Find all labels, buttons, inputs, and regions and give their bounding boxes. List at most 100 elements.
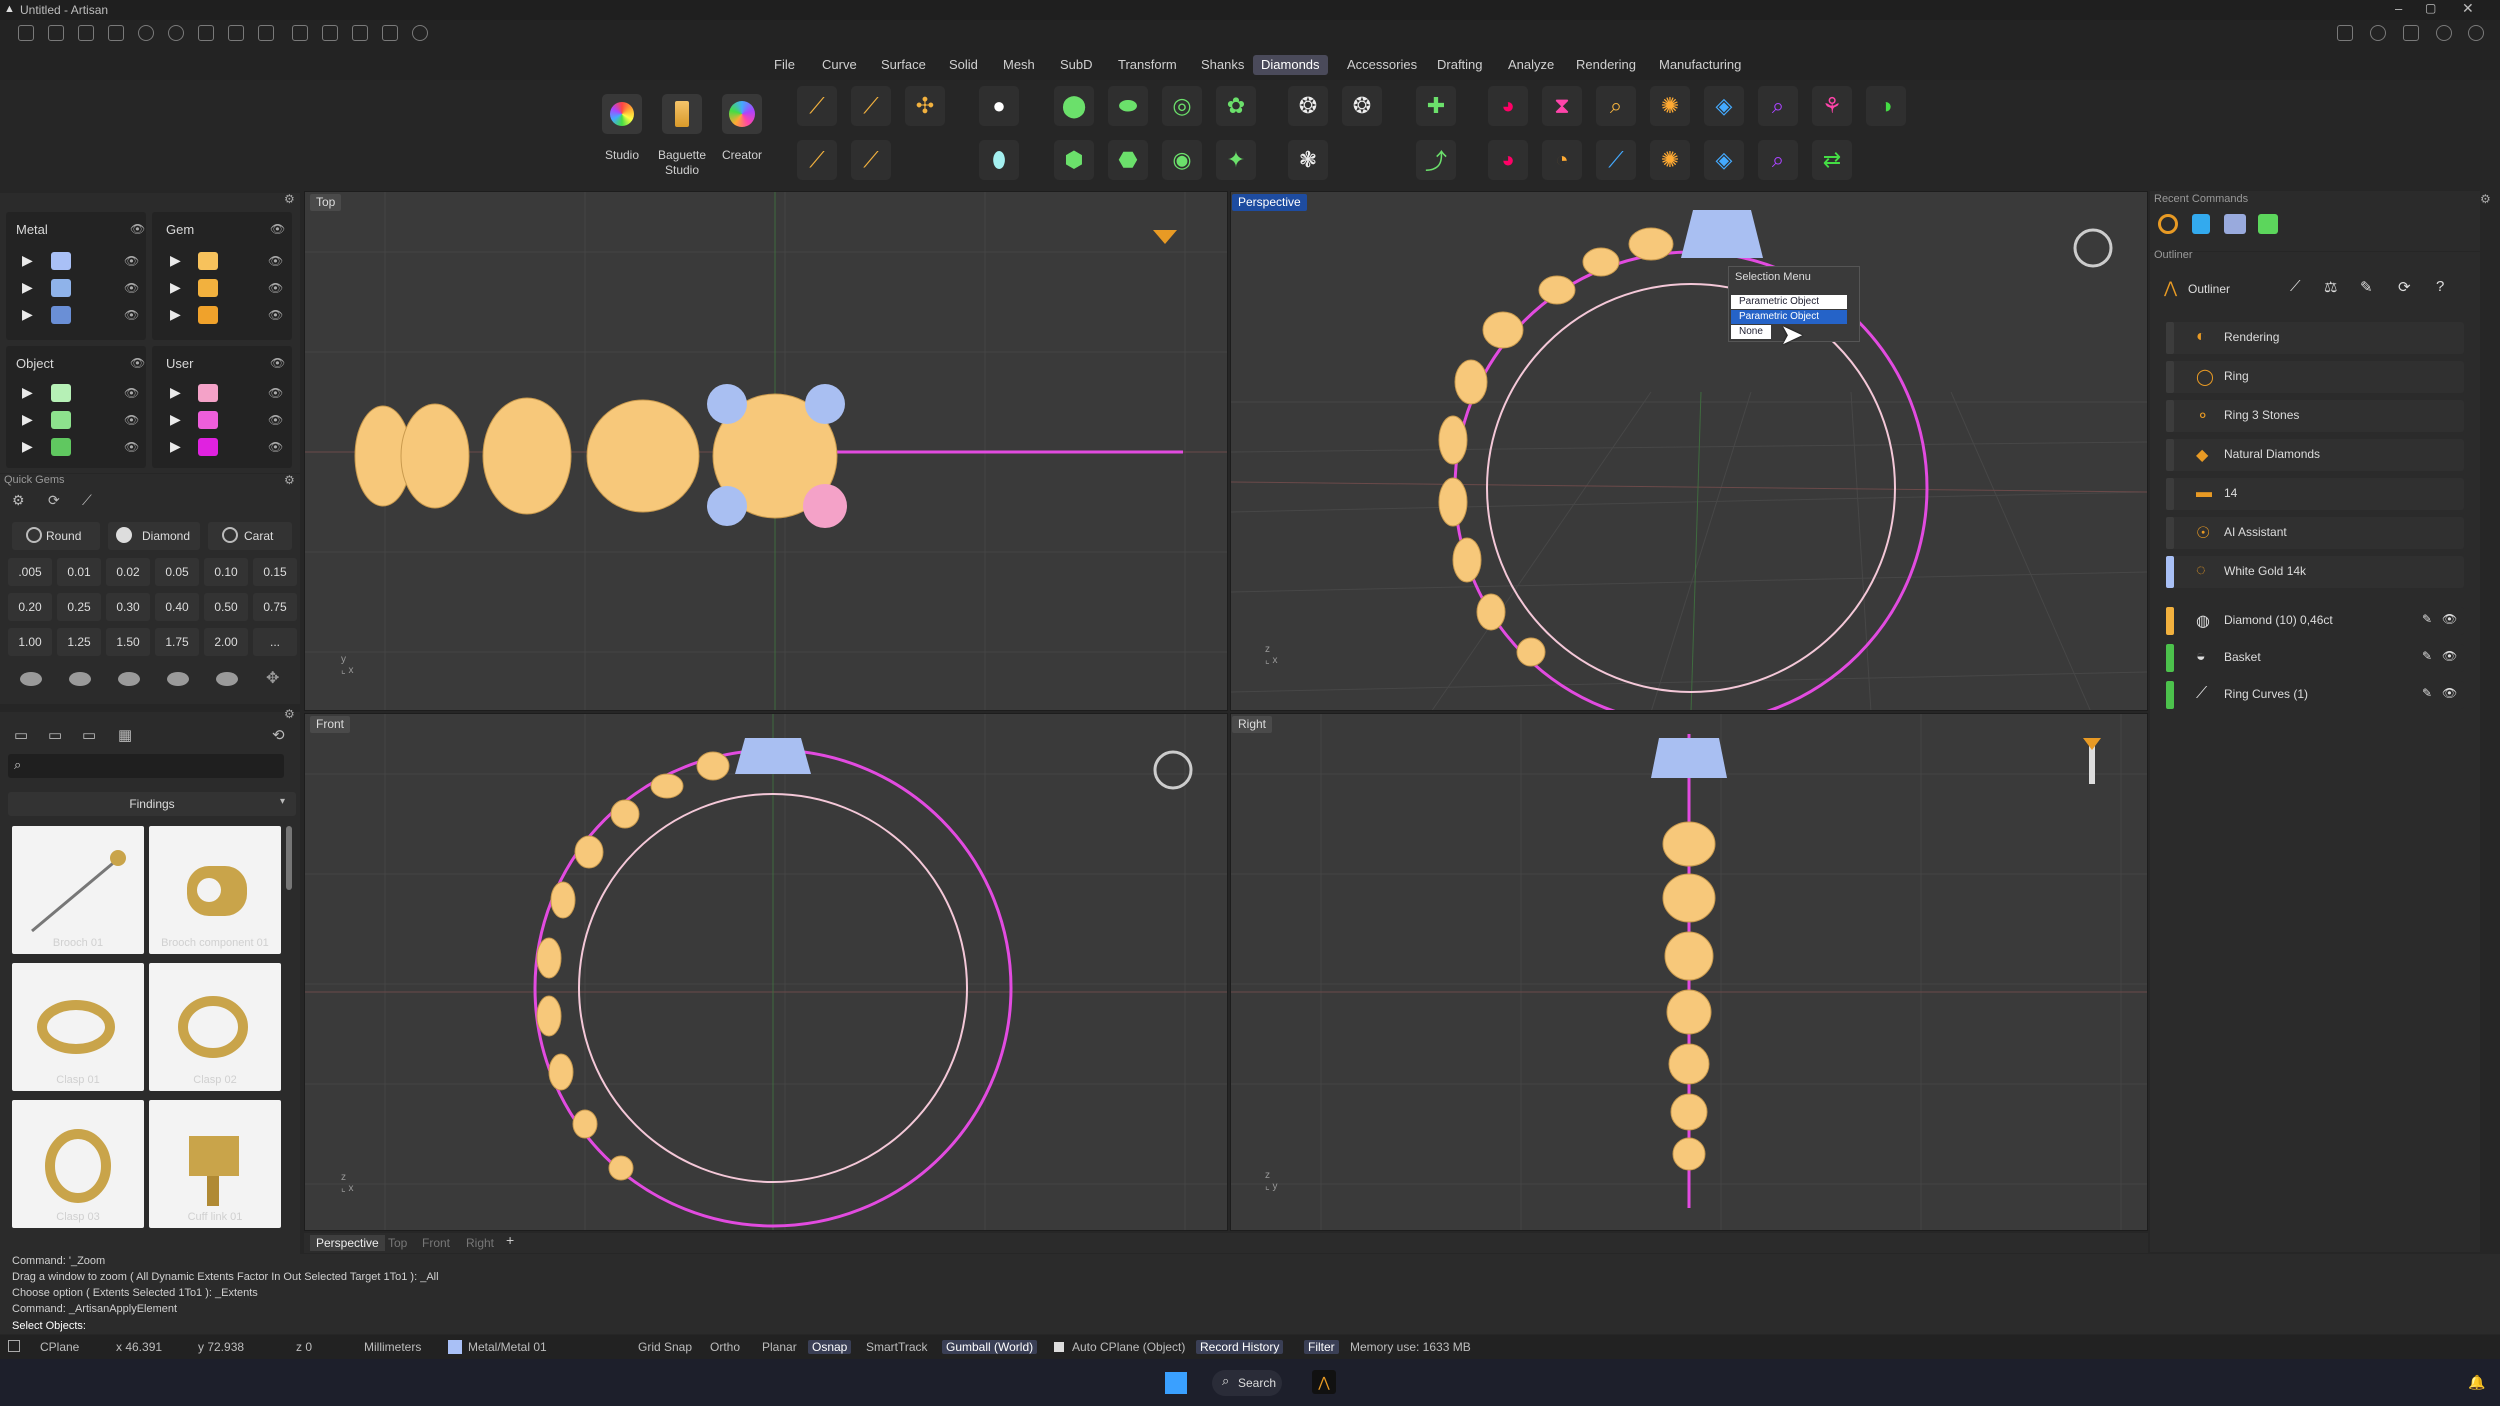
viewport-front[interactable]: z ⌞ x — [304, 713, 1228, 1231]
pave-grid-icon[interactable]: ❃ — [1288, 140, 1328, 180]
carat-size-button[interactable]: 1.75 — [155, 628, 199, 656]
object-swatch-2[interactable] — [51, 411, 71, 429]
eye-icon[interactable]: 👁 — [124, 281, 139, 295]
artisan-taskbar-icon[interactable]: ⋀ — [1312, 1370, 1336, 1394]
help-icon[interactable] — [2436, 25, 2452, 41]
viewport-right[interactable]: z ⌞ y — [1230, 713, 2148, 1231]
play-icon[interactable]: ▶ — [22, 306, 33, 323]
carat-size-button[interactable]: 0.20 — [8, 593, 52, 621]
transform-icon[interactable] — [322, 25, 338, 41]
checkbox-icon[interactable] — [1054, 1342, 1064, 1352]
prong-head-icon[interactable]: ⬤ — [1054, 86, 1094, 126]
save-icon[interactable] — [198, 25, 214, 41]
gem-shape-heart-icon[interactable]: ✥ — [266, 668, 279, 688]
status-cplane[interactable]: CPlane — [40, 1340, 79, 1354]
eye-icon[interactable]: 👁 — [124, 413, 139, 427]
play-icon[interactable]: ▶ — [22, 411, 33, 428]
gem-report-icon[interactable]: ◕ — [1488, 86, 1528, 126]
library-search-input[interactable] — [8, 754, 284, 778]
viewport-tab-perspective[interactable]: Perspective — [310, 1235, 385, 1251]
user-swatch-2[interactable] — [198, 411, 218, 429]
object-swatch-3[interactable] — [51, 438, 71, 456]
metal-swatch-3[interactable] — [51, 306, 71, 324]
gem-render-icon[interactable]: ◈ — [1704, 86, 1744, 126]
cluster-icon[interactable]: ❂ — [1288, 86, 1328, 126]
library-item-brooch-01[interactable] — [12, 826, 144, 954]
menu-file[interactable]: File — [766, 55, 803, 75]
visibility-eye-icon[interactable]: 👁 — [2442, 649, 2457, 663]
carat-size-button[interactable]: 0.15 — [253, 558, 297, 586]
eye-icon[interactable]: 👁 — [124, 308, 139, 322]
outliner-item[interactable]: ⚬ Ring 3 Stones — [2166, 400, 2464, 432]
carat-size-button[interactable]: 0.50 — [204, 593, 248, 621]
carat-size-button[interactable]: ... — [253, 628, 297, 656]
viewport-tab-front[interactable]: Front — [422, 1236, 450, 1250]
play-icon[interactable]: ▶ — [170, 438, 181, 455]
metal-eye-icon[interactable]: 👁 — [130, 222, 145, 236]
play-icon[interactable]: ▶ — [22, 384, 33, 401]
library-import-icon[interactable]: ▭ — [82, 726, 96, 744]
status-ortho[interactable]: Ortho — [710, 1340, 740, 1354]
viewport-tab-right[interactable]: Right — [466, 1236, 494, 1250]
move-gem-icon[interactable]: ✚ — [1416, 86, 1456, 126]
eye-icon[interactable]: 👁 — [268, 308, 283, 322]
new-template-icon[interactable] — [48, 25, 64, 41]
library-item-cuff-link-01[interactable] — [149, 1100, 281, 1228]
status-layer[interactable]: Metal/Metal 01 — [468, 1340, 547, 1354]
unit-select[interactable]: Carat — [208, 522, 292, 550]
outliner-item[interactable]: ▬ 14 — [2166, 478, 2464, 510]
cluster-set-icon[interactable]: ❂ — [1342, 86, 1382, 126]
snap-icon[interactable] — [292, 25, 308, 41]
gem-shape-round-icon[interactable] — [20, 672, 42, 686]
basket-icon[interactable]: ⬢ — [1054, 140, 1094, 180]
command-prompt-input[interactable] — [0, 1320, 2500, 1334]
layers-icon[interactable] — [2403, 25, 2419, 41]
viewport-label-perspective[interactable]: Perspective — [1232, 194, 1307, 211]
gem-shape-cushion-icon[interactable] — [118, 672, 140, 686]
viewport-perspective[interactable]: z ⌞ x — [1230, 191, 2148, 711]
carat-size-button[interactable]: 2.00 — [204, 628, 248, 656]
balance-icon[interactable]: ⚖ — [2324, 278, 2337, 296]
gem-array-icon[interactable]: ⟋ — [797, 140, 837, 180]
panel-toggle-icon[interactable] — [2337, 25, 2353, 41]
viewport-label-top[interactable]: Top — [310, 194, 342, 211]
eye-icon[interactable]: 👁 — [268, 413, 283, 427]
carat-size-button[interactable]: 1.00 — [8, 628, 52, 656]
pencil-icon[interactable]: ✎ — [2360, 278, 2373, 296]
export-icon[interactable] — [258, 25, 274, 41]
gumball-icon[interactable] — [352, 25, 368, 41]
carat-size-button[interactable]: 0.25 — [57, 593, 101, 621]
user-swatch-3[interactable] — [198, 438, 218, 456]
library-item-clasp-02[interactable] — [149, 963, 281, 1091]
menu-accessories[interactable]: Accessories — [1339, 55, 1425, 75]
carat-size-button[interactable]: 1.50 — [106, 628, 150, 656]
gem-swatch-3[interactable] — [198, 306, 218, 324]
carat-size-button[interactable]: 0.10 — [204, 558, 248, 586]
eye-icon[interactable]: 👁 — [268, 386, 283, 400]
reset-icon[interactable]: ⚙ — [12, 492, 25, 509]
panel-settings-icon[interactable]: ⚙ — [284, 473, 295, 487]
eye-icon[interactable]: 👁 — [124, 440, 139, 454]
outliner-item[interactable]: ◯ Ring — [2166, 361, 2464, 393]
new-folder-icon[interactable] — [78, 25, 94, 41]
status-auto-cplane[interactable]: Auto CPlane (Object) — [1072, 1340, 1185, 1354]
menu-solid[interactable]: Solid — [941, 55, 986, 75]
cutter-icon[interactable]: ◎ — [1162, 86, 1202, 126]
library-item-clasp-03[interactable] — [12, 1100, 144, 1228]
notification-bell-icon[interactable]: 🔔 — [2468, 1374, 2485, 1391]
account-icon[interactable] — [2468, 25, 2484, 41]
selection-menu-item[interactable]: Parametric Object — [1731, 295, 1847, 309]
menu-transform[interactable]: Transform — [1110, 55, 1185, 75]
gem-shape-marquise-icon[interactable] — [216, 672, 238, 686]
history-icon[interactable]: ⟲ — [272, 726, 285, 744]
panel-settings-icon[interactable]: ⚙ — [284, 707, 295, 721]
carat-size-button[interactable]: .005 — [8, 558, 52, 586]
carat-size-button[interactable]: 0.02 — [106, 558, 150, 586]
gem-on-curve-icon[interactable]: ⟋ — [797, 86, 837, 126]
outliner-item[interactable]: ◐ Rendering — [2166, 322, 2464, 354]
carat-size-button[interactable]: 0.05 — [155, 558, 199, 586]
library-item-clasp-01[interactable] — [12, 963, 144, 1091]
visibility-eye-icon[interactable]: 👁 — [2442, 612, 2457, 626]
prongs-icon[interactable]: ✿ — [1216, 86, 1256, 126]
studio-button[interactable] — [602, 94, 642, 134]
